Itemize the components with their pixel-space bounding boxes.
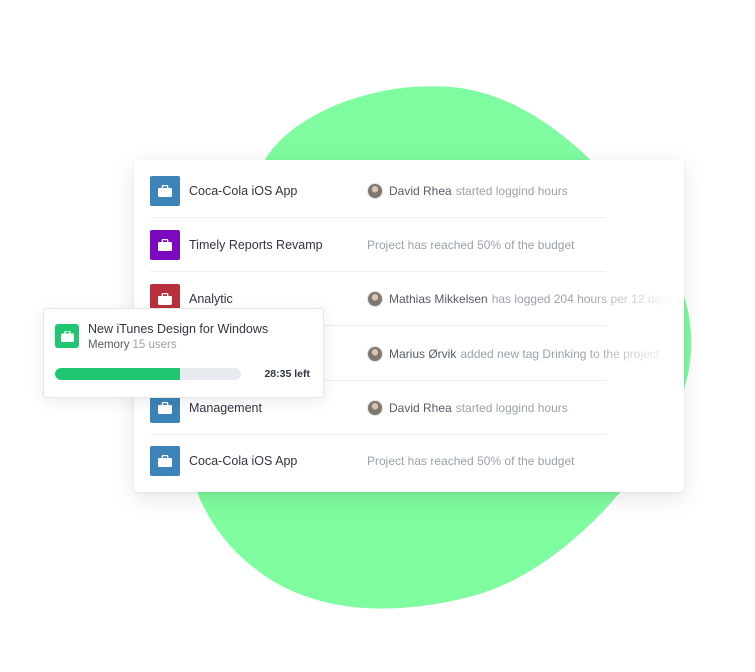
activity-actor: David Rhea [389,401,452,415]
project-name: Coca-Cola iOS App [189,454,298,468]
briefcase-icon [150,446,180,476]
activity-actor: David Rhea [389,184,452,198]
popup-user-count: 15 users [132,339,177,351]
user-avatar [367,346,383,362]
briefcase-icon [150,176,180,206]
activity-text: David Rhea started loggind hours [367,400,677,416]
briefcase-icon [55,324,79,348]
project-row[interactable]: Coca-Cola iOS App David Rhea started loggi… [150,164,684,218]
time-left-label: 28:35 left [264,368,310,380]
progress-track [55,368,241,380]
activity-message: has logged 204 hours per 12 days [491,292,674,306]
project-name: Coca-Cola iOS App [189,184,298,198]
activity-text: Project has reached 50% of the budget [367,454,677,468]
project-name: Management [189,401,262,415]
project-name: Analytic [189,292,233,306]
popup-subtitle: Memory 15 users [88,339,177,351]
user-avatar [367,183,383,199]
activity-message: started loggind hours [455,184,568,198]
project-name: Timely Reports Revamp [189,238,323,252]
progress-fill [55,368,180,380]
popup-project-title: New iTunes Design for Windows [88,322,269,336]
active-timer-popup[interactable]: New iTunes Design for Windows Memory 15 u… [43,308,324,398]
stage: Coca-Cola iOS App David Rhea started loggi… [0,0,755,672]
activity-text: Mathias Mikkelsen has logged 204 hours pe… [367,291,677,307]
activity-message: Project has reached 50% of the budget [367,238,575,252]
activity-actor: Mathias Mikkelsen [389,292,488,306]
activity-message: started loggind hours [455,401,568,415]
user-avatar [367,291,383,307]
popup-group-name: Memory [88,339,130,351]
activity-text: Project has reached 50% of the budget [367,238,677,252]
activity-text: Marius Ørvik added new tag Drinking to th… [367,346,677,362]
project-row[interactable]: Timely Reports Revamp Project has reached… [150,218,684,272]
activity-message: Project has reached 50% of the budget [367,454,575,468]
activity-message: added new tag Drinking to the project [460,347,660,361]
project-row[interactable]: Coca-Cola iOS App Project has reached 50%… [150,434,684,488]
user-avatar [367,400,383,416]
briefcase-icon [150,230,180,260]
activity-actor: Marius Ørvik [389,347,457,361]
activity-text: David Rhea started loggind hours [367,183,677,199]
